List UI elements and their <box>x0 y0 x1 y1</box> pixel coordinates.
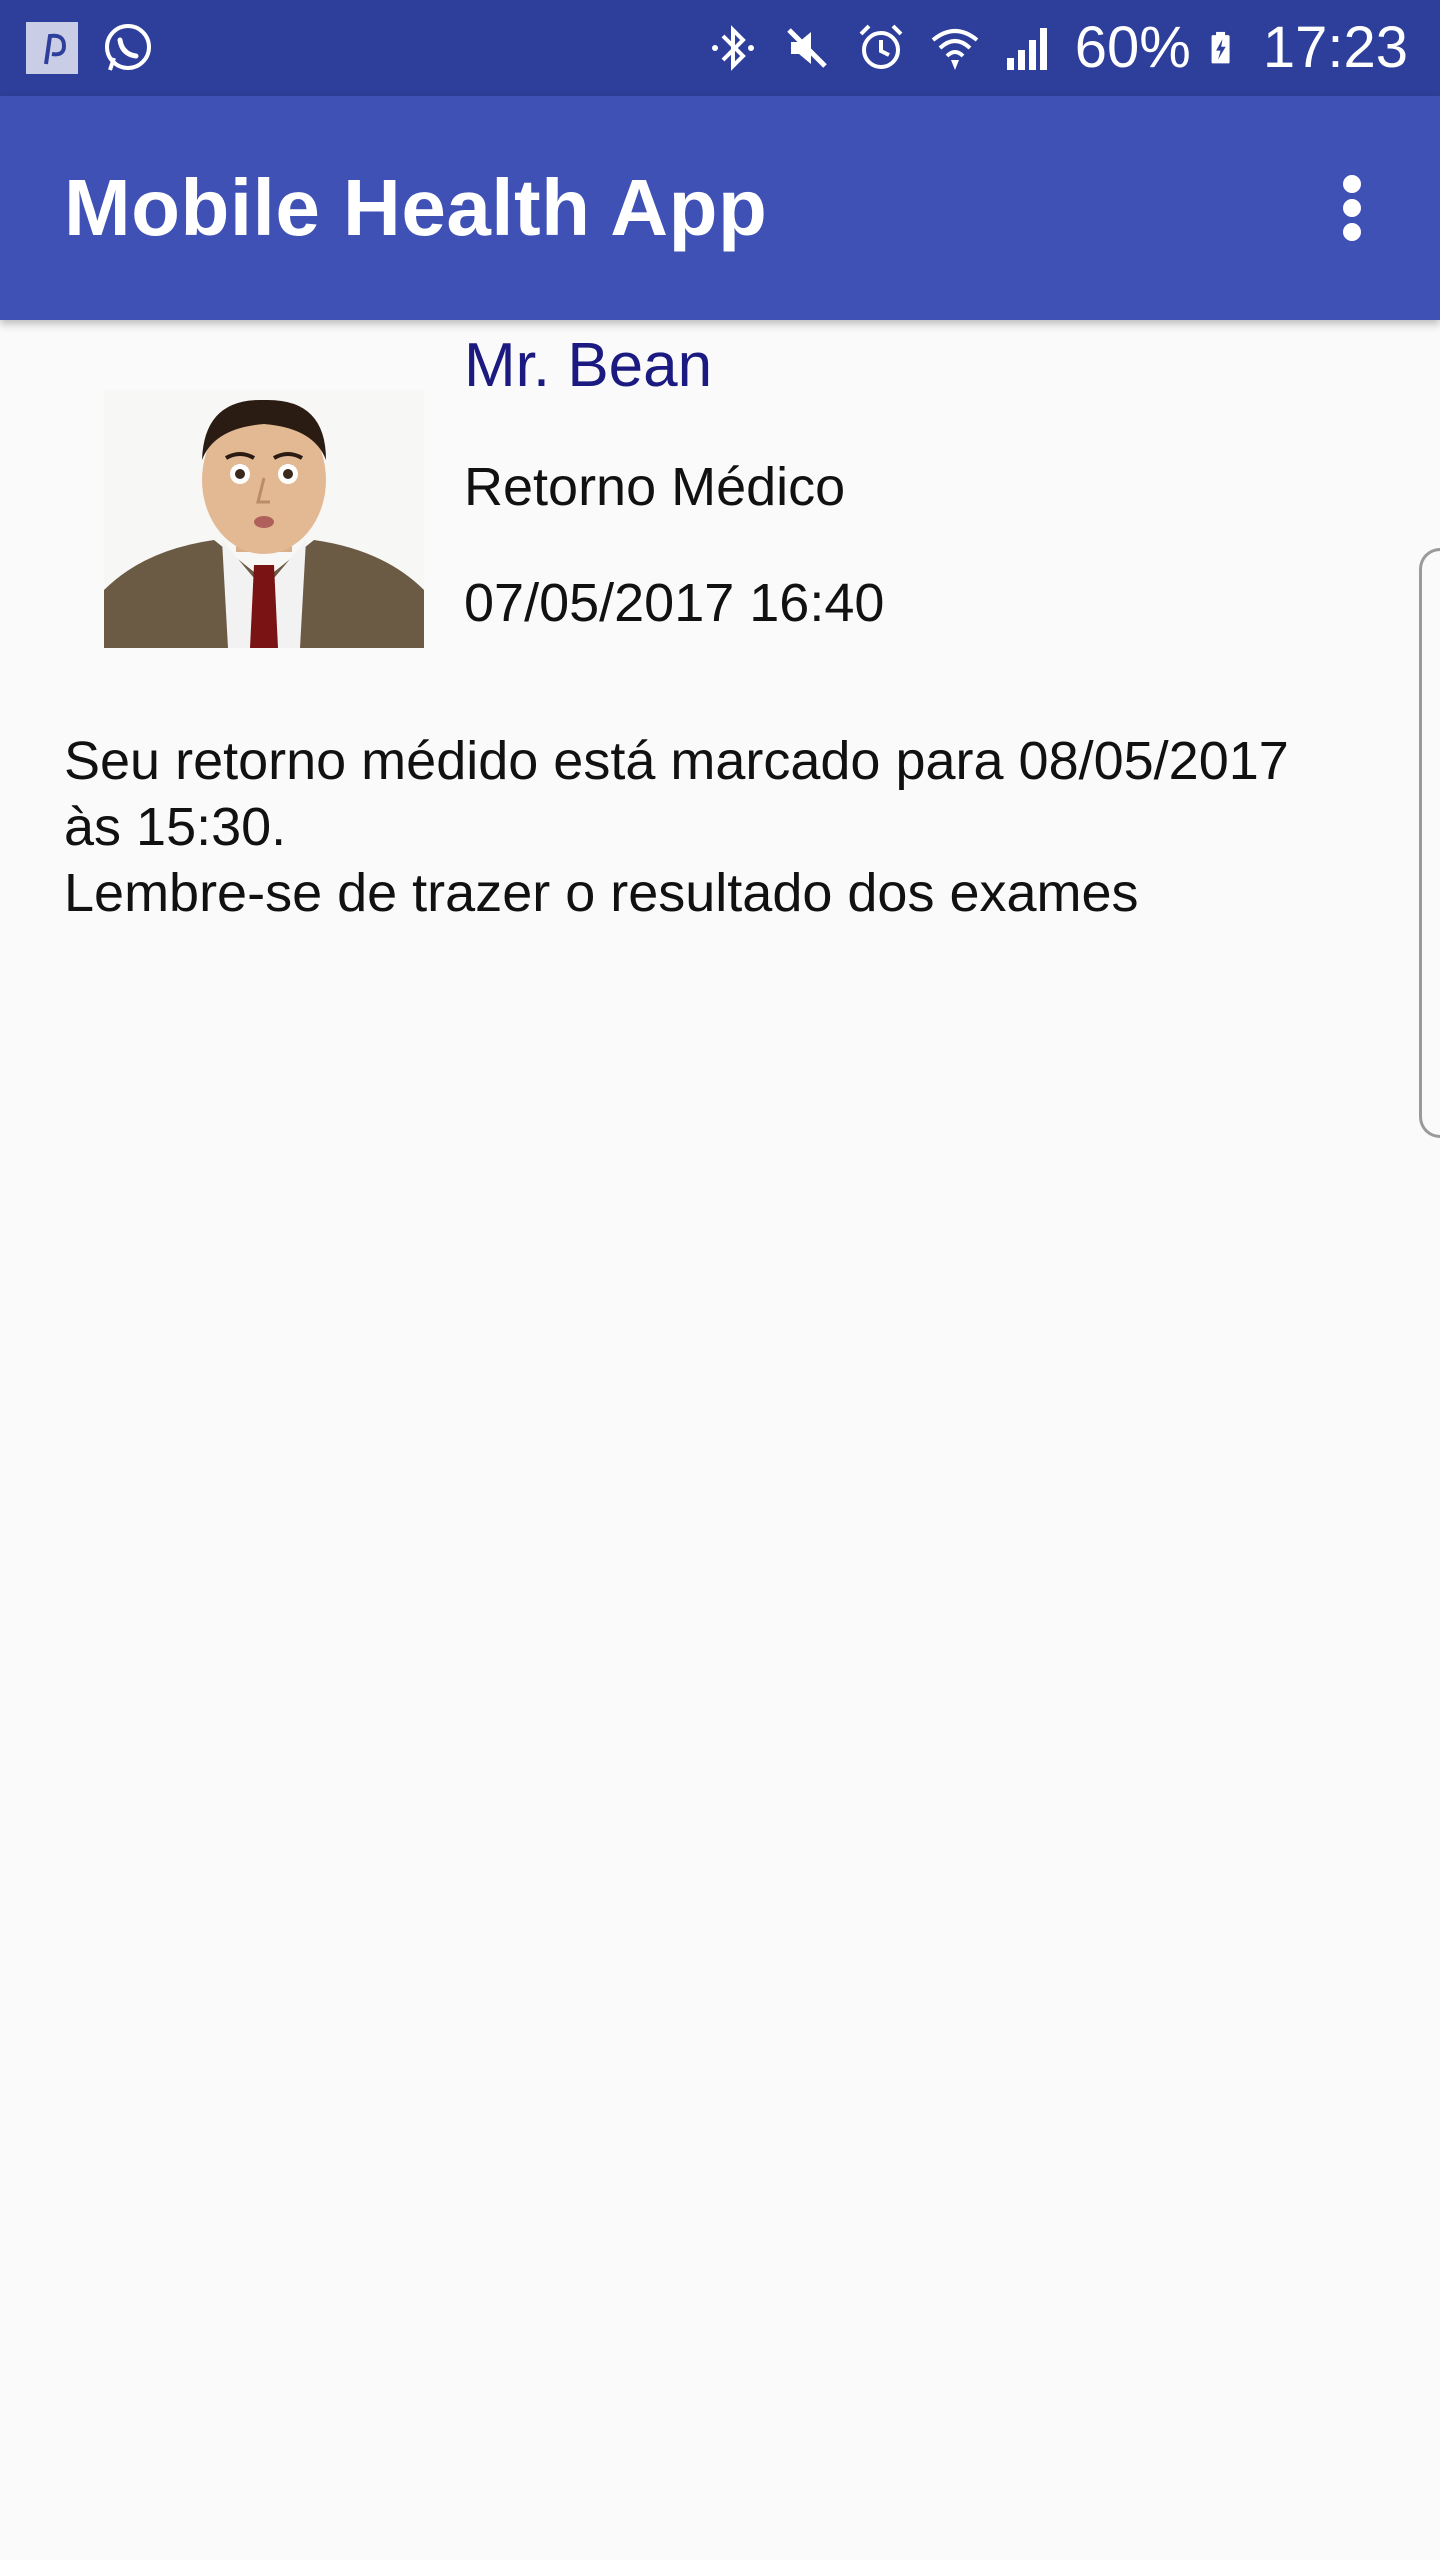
status-bar: 60% 17:23 <box>0 0 1440 96</box>
avatar-portrait <box>104 390 424 648</box>
app-title: Mobile Health App <box>64 163 768 252</box>
patient-name: Mr. Bean <box>464 331 713 400</box>
clock: 17:23 <box>1262 15 1408 80</box>
message-line: às 15:30. <box>64 797 287 857</box>
mute-icon <box>786 28 827 68</box>
bluetooth-icon <box>711 25 754 71</box>
message-line: Seu retorno médido está marcado para 08/… <box>64 731 1289 791</box>
battery-percent: 60% <box>1074 15 1191 80</box>
appointment-message: Seu retorno médido está marcado para 08/… <box>64 728 1394 926</box>
alarm-icon <box>859 24 903 69</box>
appointment-type: Retorno Médico <box>464 457 846 517</box>
pinterest-icon <box>26 22 78 74</box>
battery-charging-icon <box>1211 31 1230 64</box>
edge-panel-handle[interactable] <box>1419 548 1440 1138</box>
message-line: Lembre-se de trazer o resultado dos exam… <box>64 863 1139 923</box>
notification-icons <box>24 20 156 76</box>
app-bar: Mobile Health App <box>0 96 1440 320</box>
signal-icon <box>1006 28 1047 70</box>
wifi-icon <box>931 29 979 70</box>
more-vert-icon <box>1343 175 1361 241</box>
patient-avatar <box>104 390 424 648</box>
system-icons: 60% 17:23 <box>705 12 1408 84</box>
overflow-menu-button[interactable] <box>1312 168 1392 248</box>
appointment-datetime: 07/05/2017 16:40 <box>464 573 885 633</box>
whatsapp-icon <box>105 24 151 71</box>
